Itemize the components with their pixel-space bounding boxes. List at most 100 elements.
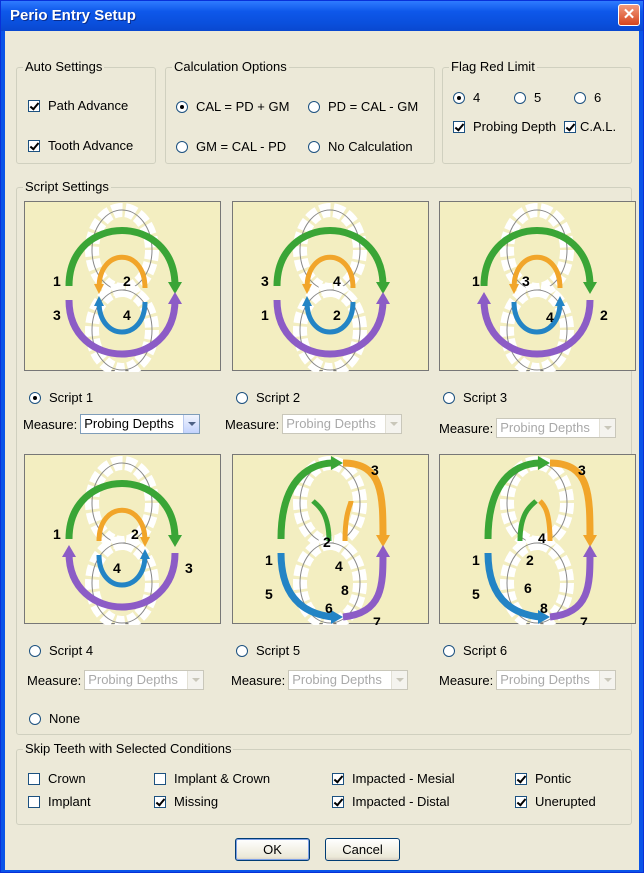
script-6-radio[interactable]: Script 6 xyxy=(443,643,507,658)
script-3-radio[interactable]: Script 3 xyxy=(443,390,507,405)
probing-depth-checkbox[interactable]: Probing Depth xyxy=(453,119,556,134)
radio-circle[interactable] xyxy=(176,140,188,153)
missing-checkbox[interactable]: Missing xyxy=(154,794,218,809)
checkbox-box[interactable] xyxy=(564,120,576,133)
path-number: 3 xyxy=(185,560,193,576)
checkbox-box[interactable] xyxy=(28,772,40,785)
tooth-advance-checkbox[interactable]: Tooth Advance xyxy=(28,138,133,153)
checkbox-label: Unerupted xyxy=(535,794,596,809)
script-6-diagram[interactable]: 3 4 1 2 5 6 8 7 xyxy=(439,454,636,625)
close-icon[interactable]: ✕ xyxy=(618,4,640,26)
dialog-window: Perio Entry Setup ✕ Auto Settings Path A… xyxy=(0,0,644,873)
title-bar[interactable]: Perio Entry Setup ✕ xyxy=(1,1,643,31)
gm-cal-pd-radio[interactable]: GM = CAL - PD xyxy=(176,139,286,154)
cancel-button[interactable]: Cancel xyxy=(325,838,400,861)
unerupted-checkbox[interactable]: Unerupted xyxy=(515,794,596,809)
limit-6-radio[interactable]: 6 xyxy=(574,90,601,105)
path-number: 1 xyxy=(472,552,480,568)
script-2-measure: Measure: Probing Depths xyxy=(225,414,403,434)
impacted-distal-checkbox[interactable]: Impacted - Distal xyxy=(332,794,450,809)
measure-label: Measure: xyxy=(231,672,286,688)
script-2-radio[interactable]: Script 2 xyxy=(236,390,300,405)
script-4-diagram[interactable]: 1 2 4 3 xyxy=(24,454,221,625)
path-number: 4 xyxy=(333,273,341,289)
radio-circle[interactable] xyxy=(176,100,188,113)
checkbox-box[interactable] xyxy=(332,795,344,808)
radio-circle[interactable] xyxy=(308,100,320,113)
checkbox-label: Impacted - Distal xyxy=(352,794,450,809)
radio-circle[interactable] xyxy=(236,391,248,404)
chevron-down-icon[interactable] xyxy=(187,671,204,689)
radio-circle[interactable] xyxy=(574,91,586,104)
checkbox-box[interactable] xyxy=(515,772,527,785)
chevron-down-icon[interactable] xyxy=(599,671,616,689)
checkbox-label: Impacted - Mesial xyxy=(352,771,455,786)
radio-circle[interactable] xyxy=(29,391,41,404)
radio-label: GM = CAL - PD xyxy=(196,139,287,154)
radio-label: PD = CAL - GM xyxy=(328,99,419,114)
path-number: 8 xyxy=(341,582,349,598)
path-number: 7 xyxy=(373,614,381,625)
limit-5-radio[interactable]: 5 xyxy=(514,90,541,105)
measure-label: Measure: xyxy=(225,416,280,432)
measure-dropdown[interactable]: Probing Depths xyxy=(288,670,409,690)
checkbox-box[interactable] xyxy=(154,772,166,785)
radio-label: Script 5 xyxy=(256,643,301,658)
measure-dropdown[interactable]: Probing Depths xyxy=(282,414,403,434)
path-number: 3 xyxy=(522,273,530,289)
path-number: 2 xyxy=(526,552,534,568)
script-5-radio[interactable]: Script 5 xyxy=(236,643,300,658)
chevron-down-icon[interactable] xyxy=(385,415,402,433)
no-calculation-radio[interactable]: No Calculation xyxy=(308,139,413,154)
radio-circle[interactable] xyxy=(236,644,248,657)
checkbox-box[interactable] xyxy=(515,795,527,808)
script-1-diagram[interactable]: 1 2 3 4 xyxy=(24,201,221,372)
path-advance-checkbox[interactable]: Path Advance xyxy=(28,98,128,113)
radio-circle[interactable] xyxy=(29,712,41,725)
script-1-radio[interactable]: Script 1 xyxy=(29,390,93,405)
radio-circle[interactable] xyxy=(514,91,526,104)
script-5-diagram[interactable]: 3 2 4 1 5 8 6 7 xyxy=(232,454,429,625)
checkbox-label: Implant xyxy=(48,794,91,809)
chevron-down-icon[interactable] xyxy=(599,419,616,437)
cal-pd-gm-radio[interactable]: CAL = PD + GM xyxy=(176,99,289,114)
radio-circle[interactable] xyxy=(308,140,320,153)
script-2-diagram[interactable]: 3 4 1 2 xyxy=(232,201,429,372)
script-4-radio[interactable]: Script 4 xyxy=(29,643,93,658)
checkbox-label: Tooth Advance xyxy=(48,138,134,153)
checkbox-box[interactable] xyxy=(453,120,465,133)
implant-crown-checkbox[interactable]: Implant & Crown xyxy=(154,771,270,786)
measure-dropdown[interactable]: Probing Depths xyxy=(84,670,205,690)
path-number: 1 xyxy=(261,307,269,323)
none-radio[interactable]: None xyxy=(29,711,80,726)
radio-circle[interactable] xyxy=(453,91,465,104)
checkbox-box[interactable] xyxy=(28,795,40,808)
radio-label: Script 6 xyxy=(463,643,508,658)
chevron-down-icon[interactable] xyxy=(391,671,408,689)
impacted-mesial-checkbox[interactable]: Impacted - Mesial xyxy=(332,771,455,786)
checkbox-box[interactable] xyxy=(28,99,40,112)
path-number: 4 xyxy=(538,530,546,546)
ok-button[interactable]: OK xyxy=(235,838,310,861)
limit-4-radio[interactable]: 4 xyxy=(453,90,480,105)
path-number: 8 xyxy=(540,600,548,616)
pontic-checkbox[interactable]: Pontic xyxy=(515,771,571,786)
radio-circle[interactable] xyxy=(443,644,455,657)
implant-checkbox[interactable]: Implant xyxy=(28,794,91,809)
dropdown-value: Probing Depths xyxy=(88,672,178,687)
chevron-down-icon[interactable] xyxy=(183,415,200,433)
cal-checkbox[interactable]: C.A.L. xyxy=(564,119,616,134)
checkbox-box[interactable] xyxy=(154,795,166,808)
checkbox-label: Probing Depth xyxy=(473,119,557,134)
checkbox-label: Crown xyxy=(48,771,86,786)
measure-dropdown[interactable]: Probing Depths xyxy=(496,670,617,690)
pd-cal-gm-radio[interactable]: PD = CAL - GM xyxy=(308,99,418,114)
checkbox-box[interactable] xyxy=(332,772,344,785)
measure-dropdown[interactable]: Probing Depths xyxy=(496,418,617,438)
script-3-diagram[interactable]: 1 3 4 2 xyxy=(439,201,636,372)
checkbox-box[interactable] xyxy=(28,139,40,152)
radio-circle[interactable] xyxy=(29,644,41,657)
measure-dropdown[interactable]: Probing Depths xyxy=(80,414,201,434)
crown-checkbox[interactable]: Crown xyxy=(28,771,86,786)
radio-circle[interactable] xyxy=(443,391,455,404)
